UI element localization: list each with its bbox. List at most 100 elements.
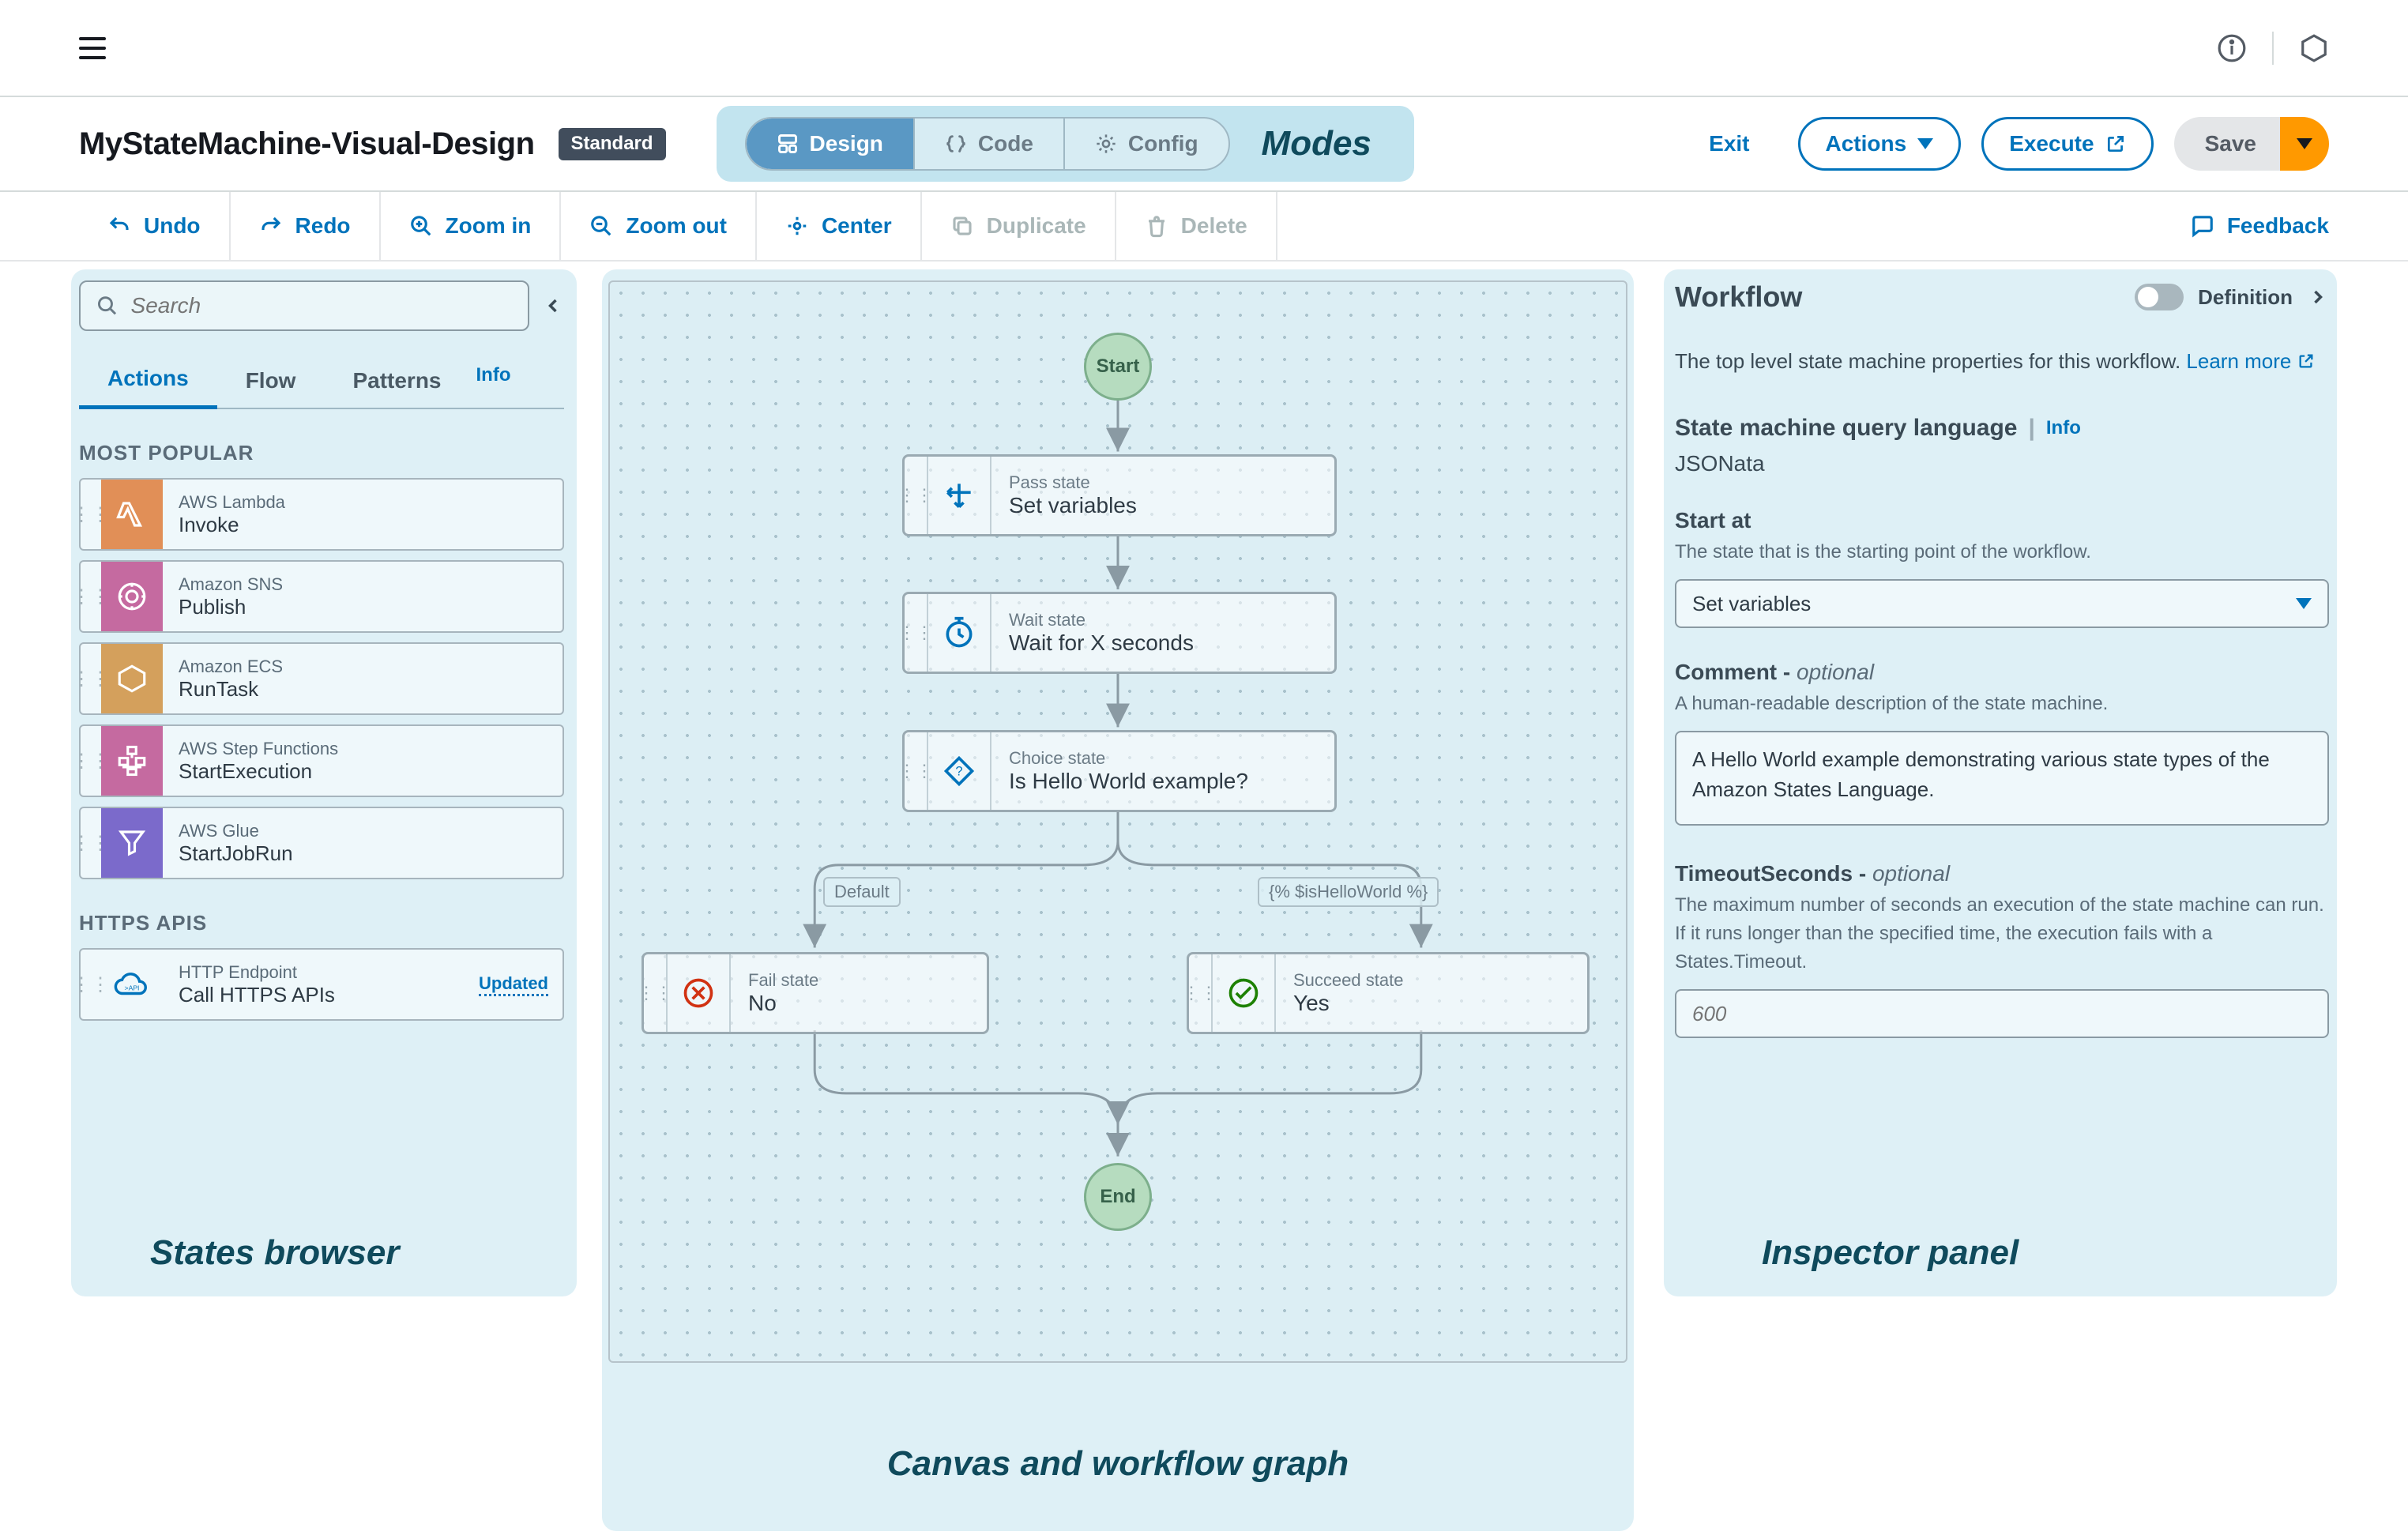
timeout-label: TimeoutSeconds - optional xyxy=(1675,861,2329,886)
state-item-ecs-runtask[interactable]: ⋮⋮ Amazon ECS RunTask xyxy=(79,642,564,715)
drag-grip-icon: ⋮⋮ xyxy=(81,562,101,631)
drag-grip-icon: ⋮⋮ xyxy=(905,732,928,810)
nav-hamburger[interactable] xyxy=(79,37,106,59)
updated-badge: Updated xyxy=(479,973,548,996)
end-terminal[interactable]: End xyxy=(1084,1163,1152,1231)
drag-grip-icon: ⋮⋮ xyxy=(81,726,101,796)
feedback-button[interactable]: Feedback xyxy=(2191,213,2329,239)
node-succeed-state[interactable]: ⋮⋮ Succeed state Yes xyxy=(1187,952,1590,1034)
type-badge: Standard xyxy=(559,128,666,160)
redo-button[interactable]: Redo xyxy=(231,192,381,260)
node-choice-state[interactable]: ⋮⋮ ? Choice state Is Hello World example… xyxy=(902,730,1337,812)
start-at-label: Start at xyxy=(1675,508,2329,533)
canvas-panel: Start ⋮⋮ Pass state Set variables ⋮⋮ Wai… xyxy=(585,262,1651,1539)
zoom-in-button[interactable]: Zoom in xyxy=(381,192,562,260)
zoom-out-icon xyxy=(589,214,613,238)
section-most-popular: MOST POPULAR xyxy=(79,441,564,465)
states-browser-annotation: States browser xyxy=(150,1233,399,1273)
execute-button[interactable]: Execute xyxy=(1981,117,2153,171)
info-circle-icon[interactable] xyxy=(2217,33,2247,63)
collapse-inspector-icon[interactable] xyxy=(2307,286,2329,308)
comment-label: Comment - optional xyxy=(1675,660,2329,685)
query-language-label: State machine query language | Info xyxy=(1675,415,2329,442)
exit-button[interactable]: Exit xyxy=(1681,117,1777,171)
node-wait-state[interactable]: ⋮⋮ Wait state Wait for X seconds xyxy=(902,592,1337,674)
caret-down-icon xyxy=(1917,138,1933,149)
sidebar-tab-patterns[interactable]: Patterns xyxy=(324,356,469,408)
drag-grip-icon: ⋮⋮ xyxy=(81,808,101,878)
state-item-sns-publish[interactable]: ⋮⋮ Amazon SNS Publish xyxy=(79,560,564,633)
sidebar-tab-actions[interactable]: Actions xyxy=(79,353,217,409)
succeed-state-icon xyxy=(1213,954,1276,1032)
code-icon xyxy=(945,133,967,155)
modes-annotation: Modes xyxy=(1262,124,1371,164)
state-item-lambda-invoke[interactable]: ⋮⋮ AWS Lambda Invoke xyxy=(79,478,564,551)
drag-grip-icon: ⋮⋮ xyxy=(81,644,101,713)
actions-dropdown[interactable]: Actions xyxy=(1798,117,1962,171)
comment-help: A human-readable description of the stat… xyxy=(1675,690,2329,718)
duplicate-icon xyxy=(950,214,974,238)
page-title: MyStateMachine-Visual-Design xyxy=(79,126,535,162)
pass-state-icon xyxy=(928,457,991,534)
external-link-icon xyxy=(2105,134,2126,154)
definition-toggle-label: Definition xyxy=(2198,285,2293,310)
caret-down-icon xyxy=(2296,598,2312,609)
drag-grip-icon: ⋮⋮ xyxy=(81,480,101,549)
search-icon xyxy=(96,294,119,318)
zoom-out-button[interactable]: Zoom out xyxy=(561,192,757,260)
state-item-sfn-startexecution[interactable]: ⋮⋮ AWS Step Functions StartExecution xyxy=(79,724,564,797)
hexagon-icon[interactable] xyxy=(2299,33,2329,63)
undo-icon xyxy=(107,214,131,238)
state-item-glue-startjobrun[interactable]: ⋮⋮ AWS Glue StartJobRun xyxy=(79,807,564,879)
node-pass-state[interactable]: ⋮⋮ Pass state Set variables xyxy=(902,454,1337,536)
undo-button[interactable]: Undo xyxy=(79,192,231,260)
delete-button[interactable]: Delete xyxy=(1116,192,1277,260)
inspector-annotation: Inspector panel xyxy=(1762,1233,2019,1273)
sidebar-tab-info-link[interactable]: Info xyxy=(476,364,511,397)
states-browser-panel: Actions Flow Patterns Info MOST POPULAR … xyxy=(0,262,585,1539)
save-button[interactable]: Save xyxy=(2174,117,2280,171)
drag-grip-icon: ⋮⋮ xyxy=(905,457,928,534)
start-at-select[interactable]: Set variables xyxy=(1675,579,2329,628)
svg-text:>API: >API xyxy=(125,984,140,992)
drag-grip-icon: ⋮⋮ xyxy=(1189,954,1213,1032)
edge-label-condition: {% $isHelloWorld %} xyxy=(1258,877,1439,907)
search-box[interactable] xyxy=(79,280,529,331)
mode-tab-code[interactable]: Code xyxy=(915,119,1065,169)
feedback-icon xyxy=(2191,214,2214,238)
node-fail-state[interactable]: ⋮⋮ Fail state No xyxy=(642,952,989,1034)
timeout-input[interactable] xyxy=(1675,989,2329,1038)
collapse-sidebar-icon[interactable] xyxy=(542,295,564,317)
query-language-info-link[interactable]: Info xyxy=(2046,417,2081,439)
center-icon xyxy=(785,214,809,238)
cloud-api-icon: >API xyxy=(114,966,150,1003)
drag-grip-icon: ⋮⋮ xyxy=(905,594,928,672)
zoom-in-icon xyxy=(409,214,433,238)
comment-textarea[interactable] xyxy=(1675,731,2329,826)
wait-state-icon xyxy=(928,594,991,672)
mode-tab-config[interactable]: Config xyxy=(1065,119,1228,169)
redo-icon xyxy=(259,214,283,238)
learn-more-link[interactable]: Learn more xyxy=(2186,345,2315,377)
edge-label-default: Default xyxy=(823,877,901,907)
search-input[interactable] xyxy=(131,293,512,318)
workflow-canvas[interactable]: Start ⋮⋮ Pass state Set variables ⋮⋮ Wai… xyxy=(608,280,1627,1363)
save-button-group: Save xyxy=(2174,117,2329,171)
center-button[interactable]: Center xyxy=(757,192,922,260)
start-terminal[interactable]: Start xyxy=(1084,333,1152,401)
state-item-https-api[interactable]: ⋮⋮ >API HTTP Endpoint Call HTTPS APIs Up… xyxy=(79,948,564,1021)
canvas-annotation: Canvas and workflow graph xyxy=(861,1444,1375,1484)
mode-tabs: Design Code Config xyxy=(745,117,1230,171)
timeout-help: The maximum number of seconds an executi… xyxy=(1675,891,2329,976)
definition-toggle[interactable] xyxy=(2135,284,2184,310)
drag-grip-icon: ⋮⋮ xyxy=(81,950,101,1019)
external-link-icon xyxy=(2297,352,2315,370)
save-dropdown-button[interactable] xyxy=(2280,117,2329,171)
mode-tab-design[interactable]: Design xyxy=(747,119,915,169)
duplicate-button[interactable]: Duplicate xyxy=(922,192,1116,260)
svg-text:?: ? xyxy=(955,765,962,779)
sidebar-tab-flow[interactable]: Flow xyxy=(217,356,325,408)
sns-icon xyxy=(115,580,149,613)
start-at-help: The state that is the starting point of … xyxy=(1675,538,2329,566)
gear-icon xyxy=(1095,133,1117,155)
